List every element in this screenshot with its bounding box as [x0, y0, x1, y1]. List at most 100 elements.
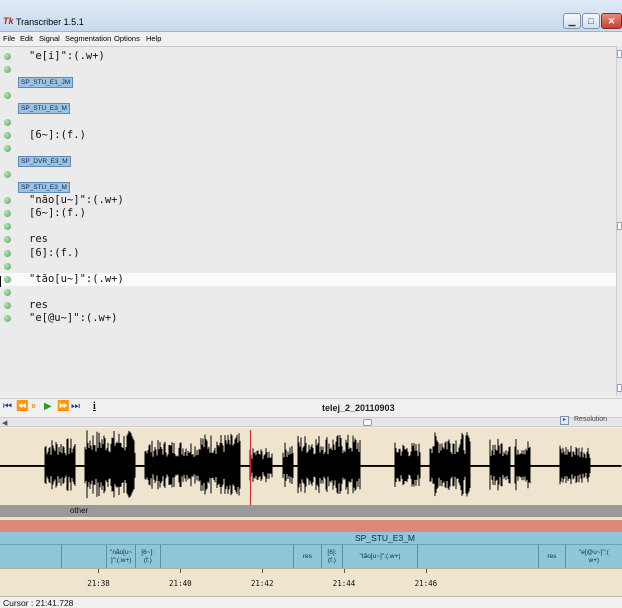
menu-help[interactable]: Help	[146, 34, 161, 43]
transcript-text[interactable]: [6~]:(f.)	[29, 207, 86, 220]
sync-point-icon[interactable]	[4, 315, 11, 322]
sync-point-icon[interactable]	[4, 236, 11, 244]
speaker-turn-button[interactable]: SP_DVR_E3_M	[18, 155, 71, 167]
sync-point-icon[interactable]	[4, 301, 11, 309]
sync-point-icon[interactable]	[4, 170, 11, 178]
fast-forward-icon[interactable]: ⏩	[57, 401, 69, 413]
section-tier[interactable]	[0, 520, 622, 532]
transcript-line[interactable]	[0, 142, 616, 155]
topic-tier[interactable]: other	[0, 505, 622, 517]
transcript-line[interactable]: "tão[u~]":(.w+)	[0, 272, 616, 287]
close-button[interactable]: ✕	[601, 13, 622, 29]
menu-options[interactable]: Options	[114, 34, 140, 43]
transcript-line[interactable]: [6~]:(f.)	[0, 207, 616, 220]
info-icon[interactable]: i	[93, 401, 96, 413]
transcript-line[interactable]	[0, 89, 616, 102]
transcript-line[interactable]: "não[u~]":(.w+)	[0, 194, 616, 207]
play-icon[interactable]: ▶	[44, 401, 52, 413]
sync-point-icon[interactable]	[4, 288, 11, 296]
menu-file[interactable]: File	[3, 34, 15, 43]
menu-bar: File Edit Signal Segmentation Options He…	[0, 33, 622, 45]
signal-horizontal-scrollbar[interactable]: ◀	[0, 417, 622, 427]
sync-point-icon[interactable]	[4, 197, 11, 205]
transcript-text[interactable]: "e[i]":(.w+)	[29, 50, 105, 63]
transcript-text[interactable]: [6~]:(f.)	[29, 129, 86, 142]
transcript-line[interactable]: res	[0, 233, 616, 246]
segment[interactable]: [6~]: (f.)	[135, 545, 160, 569]
speaker-turn-line[interactable]: SP_DVR_E3_M	[0, 155, 616, 168]
signal-scroll-thumb[interactable]	[363, 419, 372, 426]
time-tick	[261, 569, 263, 573]
segment[interactable]: res	[292, 545, 322, 569]
scrollbar-thumb[interactable]	[617, 222, 622, 230]
transcript-line[interactable]	[0, 286, 616, 299]
transcript-line[interactable]	[0, 63, 616, 76]
transcript-text[interactable]: "não[u~]":(.w+)	[29, 194, 124, 207]
sync-point-icon[interactable]	[4, 66, 11, 74]
waveform-trace	[0, 430, 622, 499]
transcript-text[interactable]: res	[29, 299, 48, 312]
transcript-line[interactable]: [6]:(f.)	[0, 247, 616, 260]
segment[interactable]: "tão[u~]":(.w+)	[341, 545, 418, 569]
segment[interactable]: "e[@u~]":( w+)	[564, 545, 622, 569]
transcript-text[interactable]: "tão[u~]":(.w+)	[29, 273, 124, 286]
speaker-turn-line[interactable]: SP_STU_E3_M	[0, 102, 616, 115]
transcript-line[interactable]: "e[@u~]":(.w+)	[0, 312, 616, 325]
audio-filename: telej_2_20110903	[322, 403, 395, 413]
speaker-turn-line[interactable]: SP_STU_E3_M	[0, 181, 616, 194]
waveform-panel[interactable]	[0, 428, 622, 505]
sync-point-icon[interactable]	[4, 118, 11, 126]
resolution-arrow-icon[interactable]: ▸	[560, 416, 569, 425]
sync-point-icon[interactable]	[4, 210, 11, 218]
transcription-editor[interactable]: "e[i]":(.w+) SP_STU_E1_JM SP_STU_E3_M [6~]:…	[0, 46, 616, 396]
transcript-line[interactable]	[0, 220, 616, 233]
time-axis: 21:38 21:40 21:42 21:44 21:46	[0, 568, 622, 596]
transcript-line[interactable]: [6~]:(f.)	[0, 129, 616, 142]
playback-toolbar: telej_2_20110903 ⏮ ⏪ ⏸ ▶ ⏩ ⏭ i	[0, 398, 622, 416]
maximize-button[interactable]: □	[582, 13, 600, 29]
segment[interactable]	[61, 545, 106, 569]
time-tick	[425, 569, 427, 573]
status-bar: Cursor : 21:41.728	[0, 596, 622, 608]
segment[interactable]: "não[u~ ]":(.w+)	[106, 545, 135, 569]
segment[interactable]	[417, 545, 538, 569]
speaker-turn-button[interactable]: SP_STU_E1_JM	[18, 77, 74, 89]
rewind-icon[interactable]: ⏪	[16, 401, 28, 413]
minimize-button[interactable]: ▁	[563, 13, 581, 29]
time-tick	[98, 569, 100, 573]
transcript-line[interactable]	[0, 168, 616, 181]
rewind-start-icon[interactable]: ⏮	[3, 401, 12, 413]
transcript-text[interactable]: res	[29, 233, 48, 246]
transcript-text[interactable]: "e[@u~]":(.w+)	[29, 312, 118, 325]
sync-point-icon[interactable]	[4, 144, 11, 152]
transcript-line[interactable]	[0, 260, 616, 273]
sync-point-icon[interactable]	[4, 249, 11, 257]
editor-vertical-scrollbar[interactable]	[616, 46, 622, 396]
segment[interactable]: [6]: (f.)	[321, 545, 341, 569]
topic-label: other	[70, 506, 89, 515]
sync-point-icon[interactable]	[4, 275, 11, 283]
pause-icon[interactable]: ⏸	[31, 401, 36, 413]
sync-point-icon[interactable]	[4, 92, 11, 100]
sync-point-icon[interactable]	[4, 262, 11, 270]
segment[interactable]: res	[538, 545, 565, 569]
segment[interactable]	[159, 545, 293, 569]
transcript-line[interactable]: "e[i]":(.w+)	[0, 50, 616, 63]
menu-edit[interactable]: Edit	[20, 34, 33, 43]
sync-point-icon[interactable]	[4, 53, 11, 60]
sync-point-icon[interactable]	[4, 131, 11, 139]
menu-segmentation[interactable]: Segmentation	[65, 34, 111, 43]
transcript-text[interactable]: [6]:(f.)	[29, 247, 80, 260]
time-tick-label: 21:40	[169, 579, 192, 588]
menu-signal[interactable]: Signal	[39, 34, 60, 43]
scroll-left-icon[interactable]: ◀	[2, 419, 7, 427]
title-bar: Tk Transcriber 1.5.1 ▁ □ ✕	[0, 0, 622, 32]
speaker-turn-button[interactable]: SP_STU_E3_M	[18, 182, 70, 193]
transcript-line[interactable]: res	[0, 299, 616, 312]
speaker-turn-button[interactable]: SP_STU_E3_M	[18, 103, 70, 115]
speaker-tier[interactable]: SP_STU_E3_M	[0, 532, 622, 544]
transcript-line[interactable]	[0, 116, 616, 129]
speaker-turn-line[interactable]: SP_STU_E1_JM	[0, 76, 616, 89]
forward-end-icon[interactable]: ⏭	[71, 401, 80, 413]
sync-point-icon[interactable]	[4, 223, 11, 231]
